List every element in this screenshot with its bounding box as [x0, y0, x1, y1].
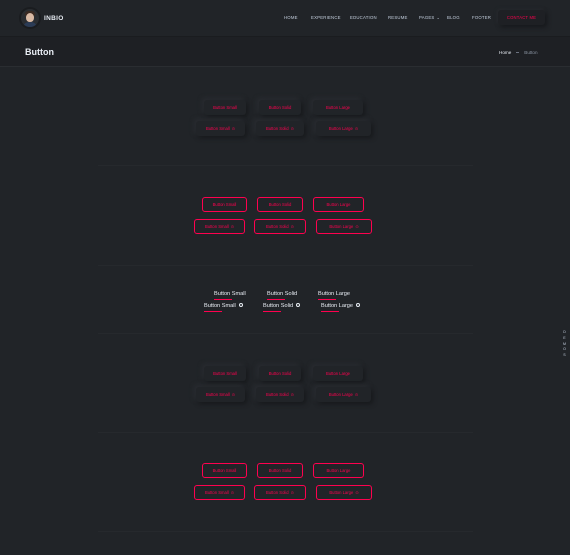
button-solid-arrow[interactable]: Button Solid ⊙ [254, 219, 306, 234]
button-small-arrow[interactable]: Button Small ⊙ [196, 387, 245, 402]
text-button-small-arrow[interactable]: Button Small [204, 303, 243, 313]
button-large-arrow[interactable]: Button Large ⊙ [316, 219, 372, 234]
nav-item-home[interactable]: HOME [284, 15, 298, 20]
page-title-bar: Button Home Button [0, 37, 570, 67]
arrow-circle-icon: ⊙ [290, 392, 294, 397]
nav-item-experience[interactable]: EXPERIENCE [311, 15, 341, 20]
button-label: Button Small [205, 392, 230, 397]
nav-item-pages-label: PAGES [419, 15, 435, 20]
button-label: Button Large [329, 224, 354, 229]
button-small-arrow[interactable]: Button Small ⊙ [194, 485, 245, 500]
arrow-circle-icon: ⊙ [355, 224, 359, 229]
text-button-large-arrow[interactable]: Button Large [321, 303, 361, 313]
breadcrumb-home[interactable]: Home [499, 50, 511, 55]
arrow-circle-icon: ⊙ [230, 490, 235, 495]
nav-item-resume[interactable]: RESUME [388, 15, 408, 20]
nav-item-blog[interactable]: BLOG [447, 15, 460, 20]
text-button-small[interactable]: Button Small [214, 291, 246, 300]
text-button-solid-arrow[interactable]: Button Solid [263, 303, 301, 313]
button-label: Button Large [328, 392, 353, 397]
section-divider [98, 333, 473, 334]
button-label: Button Large [328, 126, 353, 131]
button-label: Button Small [204, 224, 229, 229]
button-small-arrow[interactable]: Button Small ⊙ [196, 121, 245, 136]
button-label: Button Small [205, 126, 230, 131]
contact-me-button[interactable]: CONTACT ME [498, 10, 545, 25]
button-solid-arrow[interactable]: Button Solid ⊙ [254, 485, 306, 500]
button-small[interactable]: Button Small [204, 366, 246, 381]
text-button-large[interactable]: Button Large [318, 291, 350, 300]
button-large[interactable]: Button Large [313, 100, 363, 115]
circle-icon [356, 303, 361, 307]
text-button-solid[interactable]: Button Solid [267, 291, 297, 300]
circle-icon [296, 303, 301, 307]
button-label: Button Large [321, 303, 354, 310]
breadcrumb: Home Button [499, 50, 538, 55]
page-title: Button [25, 47, 54, 57]
button-solid[interactable]: Button Solid [259, 366, 301, 381]
site-header: INBIO HOME EXPERIENCE EDUCATION RESUME P… [0, 0, 570, 37]
button-large[interactable]: Button Large [313, 197, 364, 212]
breadcrumb-current: Button [524, 50, 538, 55]
button-label: Button Small [204, 303, 236, 310]
breadcrumb-separator [516, 52, 520, 53]
section-divider [98, 432, 473, 433]
button-label: Button Small [204, 490, 229, 495]
button-label: Button Solid [266, 224, 289, 229]
arrow-circle-icon: ⊙ [230, 224, 235, 229]
button-solid[interactable]: Button Solid [257, 197, 303, 212]
button-solid[interactable]: Button Solid [257, 463, 303, 478]
side-letter: S [563, 353, 566, 358]
chevron-down-icon: ⌄ [436, 15, 441, 20]
button-large-arrow[interactable]: Button Large ⊙ [316, 121, 371, 136]
arrow-circle-icon: ⊙ [354, 126, 359, 131]
arrow-circle-icon: ⊙ [231, 126, 236, 131]
arrow-circle-icon: ⊙ [355, 490, 359, 495]
button-label: Button Solid [266, 126, 289, 131]
arrow-circle-icon: ⊙ [290, 126, 294, 131]
button-solid-arrow[interactable]: Button Solid ⊙ [256, 121, 304, 136]
button-label: Button Solid [263, 303, 294, 310]
button-large[interactable]: Button Large [313, 463, 364, 478]
nav-item-footer[interactable]: FOOTER [472, 15, 491, 20]
arrow-circle-icon: ⊙ [290, 490, 294, 495]
section-divider [98, 265, 473, 266]
button-small[interactable]: Button Small [202, 197, 247, 212]
demos-side-label[interactable]: D E M O S [562, 330, 567, 359]
nav-item-pages[interactable]: PAGES ⌄ [419, 15, 440, 20]
button-small[interactable]: Button Small [202, 463, 247, 478]
section-divider [98, 165, 473, 166]
button-label: Button Solid [266, 392, 289, 397]
button-large-arrow[interactable]: Button Large ⊙ [316, 485, 372, 500]
button-label: Button Large [329, 490, 354, 495]
button-large-arrow[interactable]: Button Large ⊙ [316, 387, 371, 402]
nav-item-education[interactable]: EDUCATION [350, 15, 377, 20]
button-large[interactable]: Button Large [313, 366, 363, 381]
arrow-circle-icon: ⊙ [354, 392, 359, 397]
button-small[interactable]: Button Small [204, 100, 246, 115]
button-solid-arrow[interactable]: Button Solid ⊙ [256, 387, 304, 402]
button-label: Button Solid [266, 490, 289, 495]
main-nav: HOME EXPERIENCE EDUCATION RESUME PAGES ⌄ … [0, 15, 570, 23]
circle-icon [238, 303, 243, 307]
section-divider [98, 531, 473, 532]
arrow-circle-icon: ⊙ [290, 224, 294, 229]
button-solid[interactable]: Button Solid [259, 100, 301, 115]
button-small-arrow[interactable]: Button Small ⊙ [194, 219, 245, 234]
arrow-circle-icon: ⊙ [231, 392, 236, 397]
